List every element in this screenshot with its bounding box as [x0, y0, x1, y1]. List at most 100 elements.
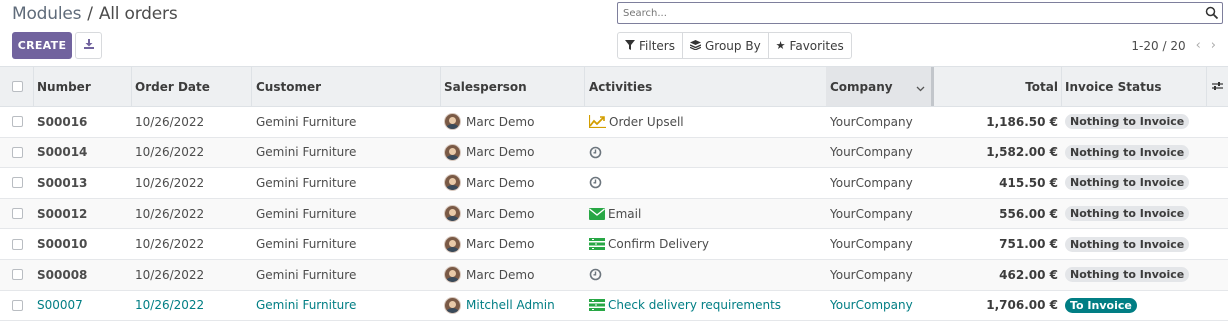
sliders-icon: [1212, 80, 1223, 94]
header-number[interactable]: Number: [37, 67, 91, 106]
salesperson-name: Marc Demo: [466, 267, 535, 282]
order-number: S00008: [37, 267, 88, 282]
search-icon[interactable]: [1205, 6, 1219, 23]
row-checkbox[interactable]: [12, 146, 23, 158]
optional-columns-toggle[interactable]: [1212, 67, 1223, 106]
table-row[interactable]: S00008 10/26/2022 Gemini Furniture Marc …: [0, 259, 1228, 291]
activity-cell[interactable]: Confirm Delivery: [589, 229, 709, 259]
row-checkbox[interactable]: [12, 238, 23, 250]
order-total: 751.00 €: [999, 237, 1058, 252]
search-box: [617, 2, 1223, 24]
avatar: [444, 205, 461, 223]
row-checkbox[interactable]: [12, 208, 23, 220]
clock-icon: [589, 268, 602, 281]
create-button[interactable]: CREATE: [12, 32, 72, 59]
avatar: [444, 235, 461, 253]
company-name: YourCompany: [830, 145, 913, 160]
status-badge: Nothing to Invoice: [1065, 267, 1190, 283]
status-badge: Nothing to Invoice: [1065, 206, 1190, 222]
customer-name: Gemini Furniture: [256, 298, 357, 313]
company-name: YourCompany: [830, 175, 913, 190]
salesperson-name: Mitchell Admin: [466, 298, 555, 313]
row-checkbox[interactable]: [12, 269, 23, 281]
envelope-icon: [589, 207, 605, 220]
activity-cell[interactable]: [589, 168, 605, 198]
pager-value[interactable]: 1-20 / 20: [1131, 39, 1185, 53]
avatar: [444, 113, 461, 131]
header-customer[interactable]: Customer: [256, 67, 321, 106]
export-button[interactable]: [75, 32, 102, 59]
salesperson-name: Marc Demo: [466, 206, 535, 221]
order-total: 1,186.50 €: [986, 114, 1058, 129]
header-company: Company: [830, 79, 893, 94]
total-cell: 415.50 €: [934, 168, 1058, 198]
status-badge: Nothing to Invoice: [1065, 236, 1190, 252]
table-row[interactable]: S00013 10/26/2022 Gemini Furniture Marc …: [0, 168, 1228, 199]
header-salesperson[interactable]: Salesperson: [444, 67, 527, 106]
header-total[interactable]: Total: [934, 67, 1058, 106]
download-icon: [83, 38, 95, 53]
total-cell: 462.00 €: [934, 260, 1058, 290]
status-badge: Nothing to Invoice: [1065, 114, 1190, 130]
order-date: 10/26/2022: [135, 145, 205, 160]
order-number: S00007: [37, 298, 83, 313]
avatar: [444, 143, 461, 161]
salesperson-cell: Marc Demo: [444, 199, 534, 229]
customer-name: Gemini Furniture: [256, 114, 357, 129]
customer-name: Gemini Furniture: [256, 237, 357, 252]
search-panel-buttons: Filters Group By ★ Favorites: [617, 32, 852, 59]
table-row[interactable]: S00016 10/26/2022 Gemini Furniture Marc …: [0, 107, 1228, 138]
total-cell: 556.00 €: [934, 199, 1058, 229]
activity-cell[interactable]: Email: [589, 199, 641, 229]
activity-cell[interactable]: [589, 138, 605, 168]
header-total-label: Total: [1025, 79, 1058, 94]
row-checkbox[interactable]: [12, 177, 23, 189]
order-total: 462.00 €: [999, 267, 1058, 282]
filters-button[interactable]: Filters: [618, 33, 683, 58]
groupby-button[interactable]: Group By: [683, 33, 769, 58]
table-row[interactable]: S00012 10/26/2022 Gemini Furniture Marc …: [0, 198, 1228, 230]
status-badge: To Invoice: [1065, 297, 1137, 313]
row-checkbox[interactable]: [12, 299, 23, 311]
order-number: S00010: [37, 237, 88, 252]
table-row[interactable]: S00007 10/26/2022 Gemini Furniture Mitch…: [0, 291, 1228, 322]
table-row[interactable]: S00010 10/26/2022 Gemini Furniture Marc …: [0, 229, 1228, 260]
header-order-date[interactable]: Order Date: [135, 67, 210, 106]
row-select-cell: [12, 199, 23, 229]
invoice-status-cell: Nothing to Invoice: [1065, 229, 1190, 259]
breadcrumb-parent[interactable]: Modules: [12, 4, 81, 24]
header-invoice-status[interactable]: Invoice Status: [1065, 67, 1162, 106]
filters-label: Filters: [639, 38, 675, 53]
activity-summary: Check delivery requirements: [608, 298, 782, 313]
order-date: 10/26/2022: [135, 237, 205, 252]
order-number: S00012: [37, 206, 88, 221]
total-cell: 1,706.00 €: [934, 291, 1058, 321]
chevron-left-icon[interactable]: ‹: [1196, 38, 1201, 53]
salesperson-name: Marc Demo: [466, 237, 535, 252]
row-select-cell: [12, 168, 23, 198]
filter-icon: [625, 39, 635, 53]
select-all-checkbox[interactable]: [12, 81, 23, 92]
activity-cell[interactable]: Order Upsell: [589, 107, 684, 137]
table-row[interactable]: S00014 10/26/2022 Gemini Furniture Marc …: [0, 137, 1228, 169]
activity-summary: Confirm Delivery: [608, 237, 709, 252]
header-company-cell[interactable]: Company: [826, 67, 931, 106]
chevron-right-icon[interactable]: ›: [1211, 38, 1216, 53]
salesperson-name: Marc Demo: [466, 114, 535, 129]
invoice-status-cell: Nothing to Invoice: [1065, 107, 1190, 137]
header-activities[interactable]: Activities: [589, 67, 652, 106]
table-header: Number Order Date Customer Salesperson A…: [0, 66, 1228, 107]
status-badge: Nothing to Invoice: [1065, 144, 1190, 160]
activity-cell[interactable]: [589, 260, 605, 290]
favorites-label: Favorites: [789, 38, 844, 53]
table-body: S00016 10/26/2022 Gemini Furniture Marc …: [0, 107, 1228, 322]
pager: 1-20 / 20 ‹ ›: [1131, 38, 1216, 53]
activity-cell[interactable]: Check delivery requirements: [589, 291, 781, 321]
search-input[interactable]: [618, 3, 1198, 23]
order-number: S00016: [37, 114, 88, 129]
tasks-icon: [589, 238, 605, 251]
favorites-button[interactable]: ★ Favorites: [769, 33, 851, 58]
orders-table: Number Order Date Customer Salesperson A…: [0, 66, 1228, 322]
avatar: [444, 266, 461, 284]
row-checkbox[interactable]: [12, 116, 23, 128]
